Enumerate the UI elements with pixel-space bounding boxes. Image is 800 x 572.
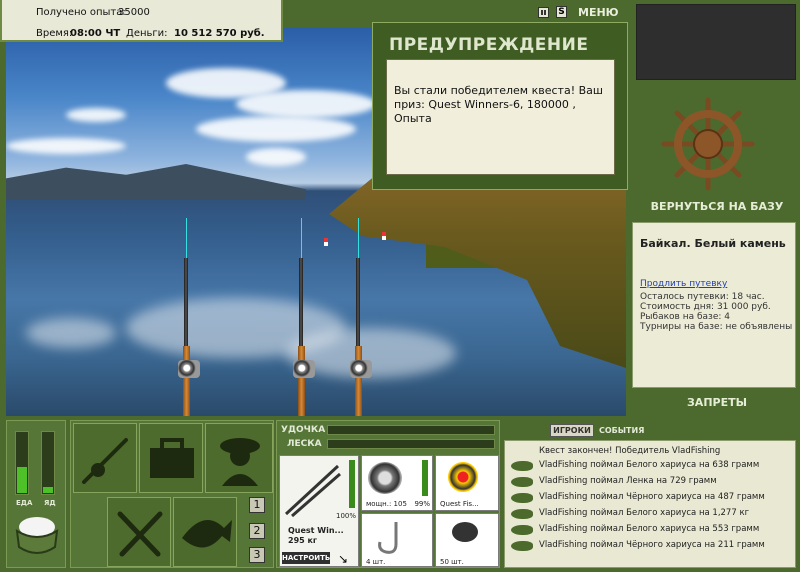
slot-1-button[interactable]: 1 bbox=[249, 497, 265, 513]
pause-icon[interactable] bbox=[538, 7, 549, 18]
reel-power: мощн.: 105 bbox=[366, 500, 407, 508]
log-header: Квест закончен! Победитель VladFishing bbox=[539, 446, 721, 456]
lure-name: Quest Fis... bbox=[440, 500, 479, 508]
xp-label: Получено опыта: bbox=[36, 7, 126, 18]
event-log: Квест закончен! Победитель VladFishing V… bbox=[504, 440, 796, 568]
setup-button[interactable]: НАСТРОИТЬ bbox=[282, 552, 330, 564]
status-panel: ЕДА ЯД bbox=[6, 420, 66, 568]
rod-percent: 100% bbox=[335, 512, 356, 520]
reel-cell[interactable]: мощн.: 105 99% bbox=[361, 455, 433, 511]
tackle-panel: УДОЧКА ЛЕСКА 100% Quest Win... 295 кг НА… bbox=[276, 420, 500, 568]
character-slot[interactable] bbox=[205, 423, 273, 493]
bait-count: 50 шт. bbox=[440, 558, 464, 566]
location-panel: Байкал. Белый камень Продлить путевку Ос… bbox=[632, 222, 796, 388]
log-row: VladFishing поймал Ленка на 729 грамм bbox=[509, 475, 793, 489]
lure-icon bbox=[448, 462, 478, 492]
fish-icon bbox=[511, 541, 533, 551]
rod-label: УДОЧКА bbox=[281, 425, 326, 435]
lure-cell[interactable]: Quest Fis... bbox=[435, 455, 499, 511]
log-row: VladFishing поймал Белого хариуса на 553… bbox=[509, 523, 793, 537]
pot-icon[interactable] bbox=[11, 513, 63, 563]
hook-count: 4 шт. bbox=[366, 558, 386, 566]
tab-players[interactable]: ИГРОКИ bbox=[550, 424, 594, 437]
fish-icon bbox=[182, 520, 232, 548]
reel-percent: 99% bbox=[414, 500, 430, 508]
fish-icon bbox=[511, 509, 533, 519]
fish-icon bbox=[511, 461, 533, 471]
hook-icon bbox=[378, 522, 398, 554]
fish-icon bbox=[511, 525, 533, 535]
trip-left: Осталось путевки: 18 час. bbox=[640, 292, 765, 302]
slot-2-button[interactable]: 2 bbox=[249, 523, 265, 539]
line-label: ЛЕСКА bbox=[287, 439, 322, 449]
rod-cell[interactable]: 100% Quest Win... 295 кг НАСТРОИТЬ ↘ bbox=[279, 455, 359, 567]
poison-bar bbox=[41, 431, 55, 495]
rod-durability-bar bbox=[327, 425, 495, 435]
food-bar bbox=[15, 431, 29, 495]
bans-button[interactable]: ЗАПРЕТЫ bbox=[638, 396, 796, 414]
food-label: ЕДА bbox=[16, 499, 33, 507]
ad-panel bbox=[636, 4, 796, 80]
sound-icon[interactable]: S bbox=[556, 6, 567, 18]
warning-message: Вы стали победителем квеста! Ваш приз: Q… bbox=[386, 59, 615, 175]
tab-events[interactable]: СОБЫТИЯ bbox=[599, 426, 644, 435]
log-row: VladFishing поймал Белого хариуса на 638… bbox=[509, 459, 793, 473]
game-screen: Получено опыта: 35000 Время: 08:00 ЧТ Де… bbox=[0, 0, 800, 572]
extend-trip-link[interactable]: Продлить путевку bbox=[640, 279, 727, 289]
knife-fork-icon bbox=[117, 511, 163, 557]
catch-slot[interactable] bbox=[173, 497, 237, 567]
money-value: 10 512 570 руб. bbox=[174, 28, 265, 39]
bait-cell[interactable]: 50 шт. bbox=[435, 513, 499, 567]
rod-icon bbox=[82, 438, 128, 484]
player-info: Получено опыта: 35000 Время: 08:00 ЧТ Де… bbox=[0, 0, 283, 42]
return-to-base-button[interactable]: ВЕРНУТЬСЯ НА БАЗУ bbox=[638, 200, 796, 218]
reel-icon bbox=[368, 462, 402, 494]
fly-bait-icon bbox=[452, 522, 478, 542]
actions-panel: 1 2 3 bbox=[70, 420, 274, 568]
menu-button[interactable]: МЕНЮ bbox=[578, 6, 619, 19]
xp-value: 35000 bbox=[118, 7, 150, 18]
poison-label: ЯД bbox=[44, 499, 56, 507]
ship-wheel-icon[interactable] bbox=[660, 96, 756, 192]
warning-title: ПРЕДУПРЕЖДЕНИЕ bbox=[389, 35, 589, 55]
location-title: Байкал. Белый камень bbox=[640, 237, 786, 250]
arrow-icon: ↘ bbox=[338, 552, 349, 566]
fish-icon bbox=[511, 477, 533, 487]
hook-cell[interactable]: 4 шт. bbox=[361, 513, 433, 567]
rod-name: Quest Win... bbox=[288, 526, 344, 535]
tackle-box-icon bbox=[150, 438, 194, 478]
warning-dialog: ПРЕДУПРЕЖДЕНИЕ Вы стали победителем квес… bbox=[372, 22, 628, 190]
day-cost: Стоимость дня: 31 000 руб. bbox=[640, 302, 771, 312]
time-value: 08:00 ЧТ bbox=[70, 28, 121, 39]
log-row: VladFishing поймал Белого хариуса на 1,2… bbox=[509, 507, 793, 521]
rod-item-icon bbox=[284, 464, 341, 518]
line-durability-bar bbox=[327, 439, 495, 449]
tournaments: Турниры на базе: не объявлены bbox=[640, 322, 793, 332]
fisherman-icon bbox=[220, 438, 260, 486]
fishers-count: Рыбаков на базе: 4 bbox=[640, 312, 730, 322]
tacklebox-slot[interactable] bbox=[139, 423, 203, 493]
log-row: VladFishing поймал Чёрного хариуса на 48… bbox=[509, 491, 793, 505]
time-label: Время: bbox=[36, 28, 73, 39]
money-label: Деньги: bbox=[126, 28, 168, 39]
log-row: VladFishing поймал Чёрного хариуса на 21… bbox=[509, 539, 793, 553]
rod-weight: 295 кг bbox=[288, 536, 318, 545]
food-slot[interactable] bbox=[107, 497, 171, 567]
fish-icon bbox=[511, 493, 533, 503]
tackle-slot[interactable] bbox=[73, 423, 137, 493]
slot-3-button[interactable]: 3 bbox=[249, 547, 265, 563]
